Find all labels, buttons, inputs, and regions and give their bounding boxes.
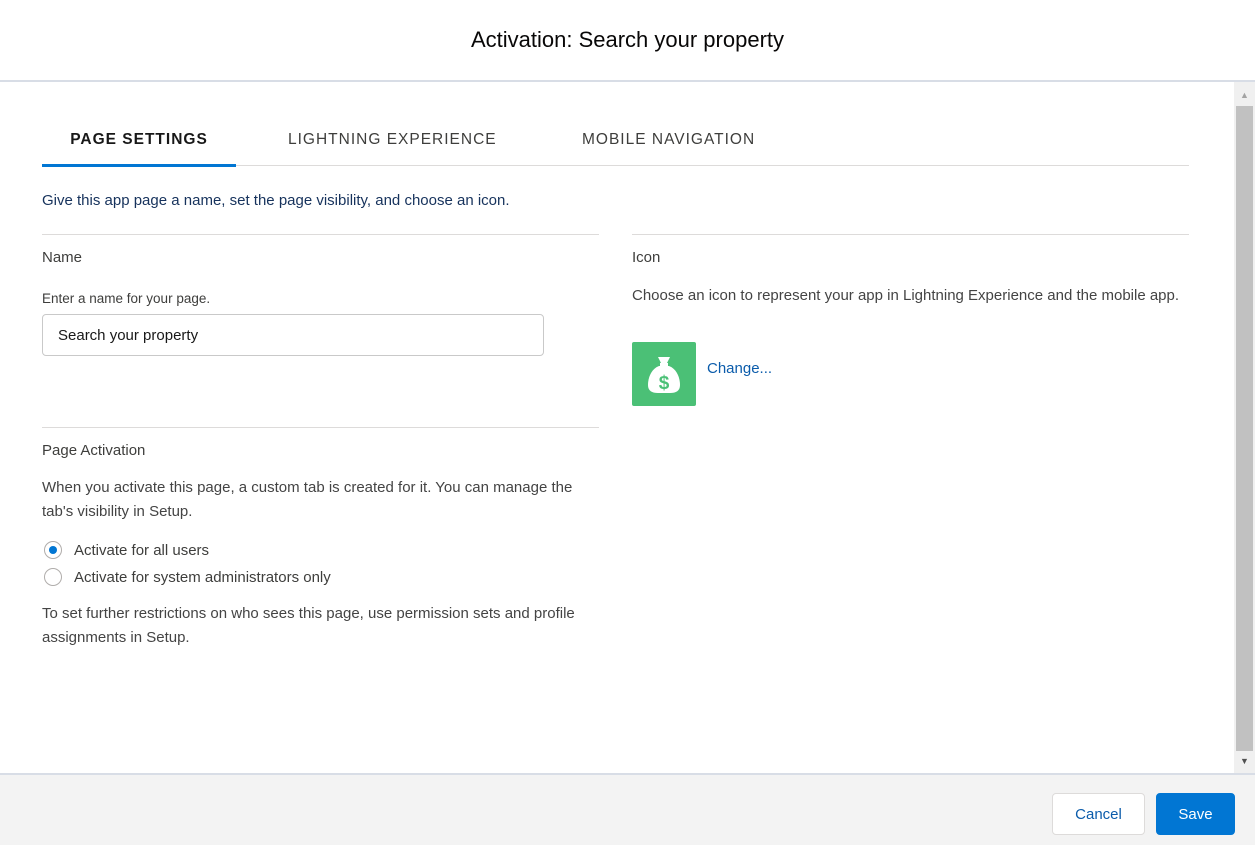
modal-header: Activation: Search your property <box>0 0 1255 82</box>
divider <box>632 234 1189 235</box>
icon-description: Choose an icon to represent your app in … <box>632 287 1180 304</box>
app-icon-tile: $ <box>632 342 696 406</box>
tab-page-settings[interactable]: PAGE SETTINGS <box>42 118 236 167</box>
radio-activate-admins-only[interactable]: Activate for system administrators only <box>44 568 331 586</box>
tab-bar: PAGE SETTINGS LIGHTNING EXPERIENCE MOBIL… <box>42 118 1189 167</box>
svg-text:$: $ <box>659 373 670 394</box>
restrictions-note: To set further restrictions on who sees … <box>42 605 575 646</box>
page-name-input[interactable] <box>42 314 544 356</box>
divider <box>42 234 599 235</box>
activation-description: When you activate this page, a custom ta… <box>42 479 573 520</box>
scroll-up-arrow-icon[interactable]: ▲ <box>1234 88 1255 102</box>
radio-activate-all-users[interactable]: Activate for all users <box>44 541 209 559</box>
radio-label: Activate for system administrators only <box>74 568 331 586</box>
tab-mobile-navigation[interactable]: MOBILE NAVIGATION <box>582 118 755 166</box>
name-heading: Name <box>42 249 83 266</box>
radio-button[interactable] <box>44 541 62 559</box>
divider <box>42 427 599 428</box>
scrollbar-thumb[interactable] <box>1236 106 1253 751</box>
change-icon-link[interactable]: Change... <box>707 360 772 377</box>
save-button[interactable]: Save <box>1156 793 1235 835</box>
modal-body: PAGE SETTINGS LIGHTNING EXPERIENCE MOBIL… <box>0 82 1255 773</box>
modal-title: Activation: Search your property <box>470 27 785 52</box>
money-bag-icon: $ <box>648 357 680 394</box>
radio-label: Activate for all users <box>74 541 210 559</box>
modal-footer: Cancel Save <box>0 773 1255 845</box>
page-activation-heading: Page Activation <box>42 442 146 459</box>
icon-heading: Icon <box>632 249 661 266</box>
tab-lightning-experience[interactable]: LIGHTNING EXPERIENCE <box>288 118 497 166</box>
cancel-button[interactable]: Cancel <box>1052 793 1145 835</box>
radio-button[interactable] <box>44 568 62 586</box>
name-field-label: Enter a name for your page. <box>42 291 211 306</box>
vertical-scrollbar[interactable]: ▲ ▼ <box>1234 82 1255 773</box>
intro-text: Give this app page a name, set the page … <box>42 192 510 209</box>
scroll-down-arrow-icon[interactable]: ▼ <box>1234 754 1255 768</box>
